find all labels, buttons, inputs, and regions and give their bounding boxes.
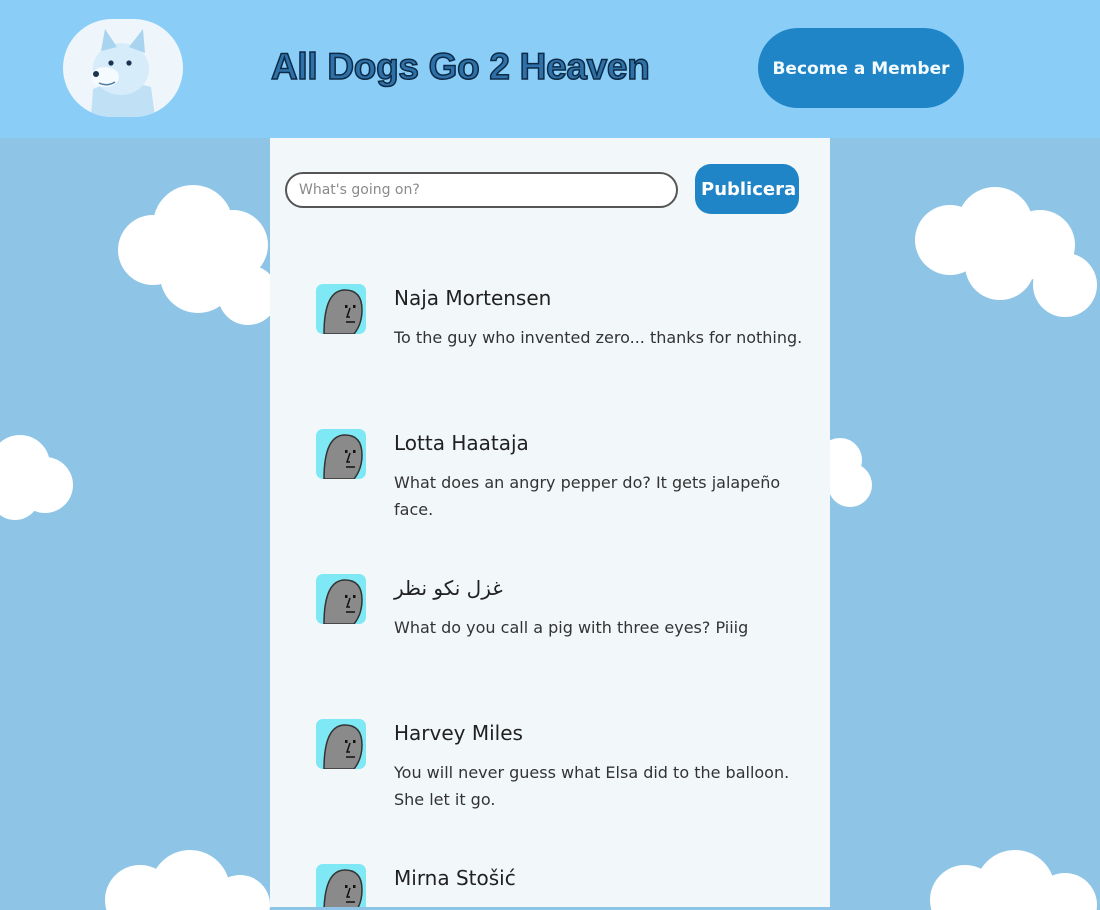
post-author: Harvey Miles [394, 721, 523, 745]
doge-logo-icon[interactable] [63, 19, 183, 117]
post-item: Mirna Stošić [316, 864, 796, 907]
publish-button[interactable]: Publicera [695, 164, 799, 214]
site-title: All Dogs Go 2 Heaven [270, 45, 650, 88]
post-item: Naja Mortensen To the guy who invented z… [316, 284, 802, 404]
post-item: Lotta Haataja What does an angry pepper … [316, 429, 796, 549]
post-text: To the guy who invented zero... thanks f… [394, 328, 803, 347]
post-item: Harvey Miles You will never guess what E… [316, 719, 796, 839]
npc-avatar-icon[interactable] [316, 574, 366, 624]
npc-avatar-icon[interactable] [316, 429, 366, 479]
npc-avatar-icon[interactable] [316, 284, 366, 334]
site-header: All Dogs Go 2 Heaven Become a Member [0, 0, 1100, 138]
become-member-button[interactable]: Become a Member [758, 28, 964, 108]
post-item: غزل نکو نظر What do you call a pig with … [316, 574, 796, 694]
post-author: Mirna Stošić [394, 866, 516, 890]
feed-panel: Publicera Naja Mortensen To the guy who … [270, 138, 830, 907]
cloud-decoration [915, 187, 1097, 317]
npc-avatar-icon[interactable] [316, 719, 366, 769]
post-text: You will never guess what Elsa did to th… [394, 763, 790, 809]
post-text: What does an angry pepper do? It gets ja… [394, 473, 781, 519]
post-input[interactable] [285, 172, 678, 208]
post-author: Lotta Haataja [394, 431, 529, 455]
npc-avatar-icon[interactable] [316, 864, 366, 907]
cloud-decoration [105, 850, 270, 910]
cloud-decoration [930, 850, 1097, 910]
post-text: What do you call a pig with three eyes? … [394, 618, 749, 637]
post-author: غزل نکو نظر [394, 576, 503, 600]
cloud-decoration [0, 435, 73, 520]
post-author: Naja Mortensen [394, 286, 552, 310]
cloud-decoration [118, 185, 278, 325]
